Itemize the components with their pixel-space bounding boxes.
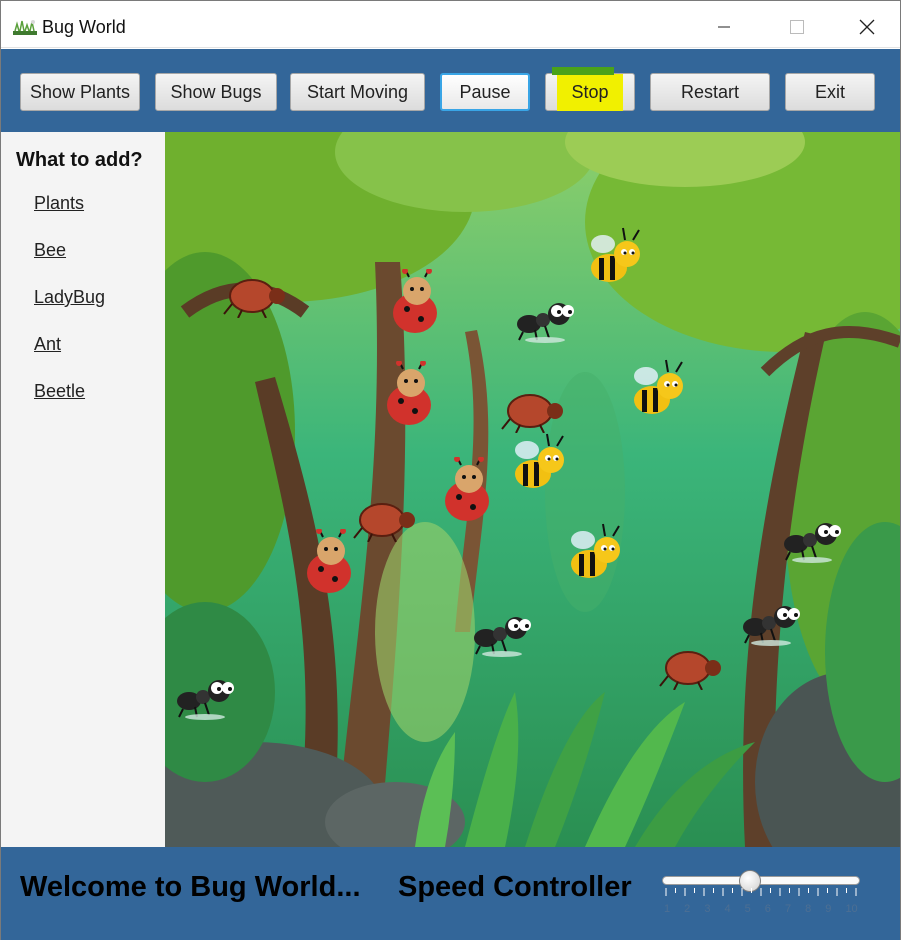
- speed-tick-label: 8: [805, 903, 812, 915]
- ant-icon[interactable]: [782, 512, 844, 564]
- ladybug-icon[interactable]: [437, 457, 497, 523]
- beetle-icon[interactable]: [222, 274, 288, 318]
- speed-tick-label: 9: [825, 903, 832, 915]
- speed-slider-track[interactable]: [662, 876, 860, 885]
- title-bar[interactable]: Bug World: [1, 1, 900, 48]
- exit-button[interactable]: Exit: [785, 73, 875, 111]
- speed-tick-label: 1: [664, 903, 671, 915]
- ant-icon[interactable]: [175, 669, 237, 721]
- beetle-icon[interactable]: [500, 389, 566, 433]
- sidebar-item-bee[interactable]: Bee: [34, 240, 66, 261]
- ant-icon[interactable]: [515, 292, 577, 344]
- maximize-icon: [790, 20, 804, 34]
- show-plants-button[interactable]: Show Plants: [20, 73, 140, 111]
- beetle-icon[interactable]: [658, 646, 724, 690]
- restart-button[interactable]: Restart: [650, 73, 770, 111]
- sidebar-item-ant[interactable]: Ant: [34, 334, 61, 355]
- bee-icon[interactable]: [626, 354, 688, 424]
- bee-icon[interactable]: [507, 428, 569, 498]
- speed-tick-label: 6: [764, 903, 771, 915]
- speed-tick-label: 5: [744, 903, 751, 915]
- beetle-icon[interactable]: [352, 498, 418, 542]
- sidebar-title: What to add?: [16, 149, 143, 171]
- bug-world-window: Bug World Show Plants Show Bugs Start Mo…: [0, 0, 901, 940]
- stop-button-label: Stop: [557, 73, 623, 111]
- speed-tick-label: 3: [704, 903, 711, 915]
- toolbar: Show Plants Show Bugs Start Moving Pause…: [1, 49, 900, 132]
- ladybug-icon[interactable]: [299, 529, 359, 595]
- stop-highlight-mark: [552, 67, 614, 75]
- start-moving-button[interactable]: Start Moving: [290, 73, 425, 111]
- close-button[interactable]: [837, 9, 897, 45]
- speed-tick-label: 2: [684, 903, 691, 915]
- window-title: Bug World: [42, 17, 126, 37]
- minimize-icon: [718, 26, 730, 28]
- status-bar: Welcome to Bug World... Speed Controller…: [1, 847, 900, 940]
- speed-tick-label: 7: [784, 903, 792, 915]
- speed-controller-label: Speed Controller: [398, 871, 632, 903]
- ladybug-icon[interactable]: [385, 269, 445, 335]
- welcome-message: Welcome to Bug World...: [20, 871, 361, 903]
- sidebar-item-ladybug[interactable]: LadyBug: [34, 287, 105, 308]
- add-sidebar: What to add? Plants Bee LadyBug Ant Beet…: [1, 132, 165, 847]
- minimize-button[interactable]: [694, 9, 754, 45]
- bee-icon[interactable]: [563, 518, 625, 588]
- speed-slider-ticks: [665, 888, 857, 896]
- speed-slider-tick-labels: 1 2 3 4 5 6 7 8 9 10: [661, 903, 865, 917]
- close-icon: [859, 19, 875, 35]
- ladybug-icon[interactable]: [379, 361, 439, 427]
- sidebar-item-beetle[interactable]: Beetle: [34, 381, 85, 402]
- ant-icon[interactable]: [741, 595, 803, 647]
- maximize-button[interactable]: [767, 9, 827, 45]
- app-icon: [13, 20, 37, 35]
- pause-button[interactable]: Pause: [440, 73, 530, 111]
- speed-tick-label: 10: [845, 903, 858, 915]
- stop-button[interactable]: Stop: [545, 73, 635, 111]
- show-bugs-button[interactable]: Show Bugs: [155, 73, 277, 111]
- ant-icon[interactable]: [472, 606, 534, 658]
- bee-icon[interactable]: [583, 222, 645, 292]
- sidebar-item-plants[interactable]: Plants: [34, 193, 84, 214]
- speed-tick-label: 4: [724, 903, 731, 915]
- jungle-scene[interactable]: [165, 132, 900, 847]
